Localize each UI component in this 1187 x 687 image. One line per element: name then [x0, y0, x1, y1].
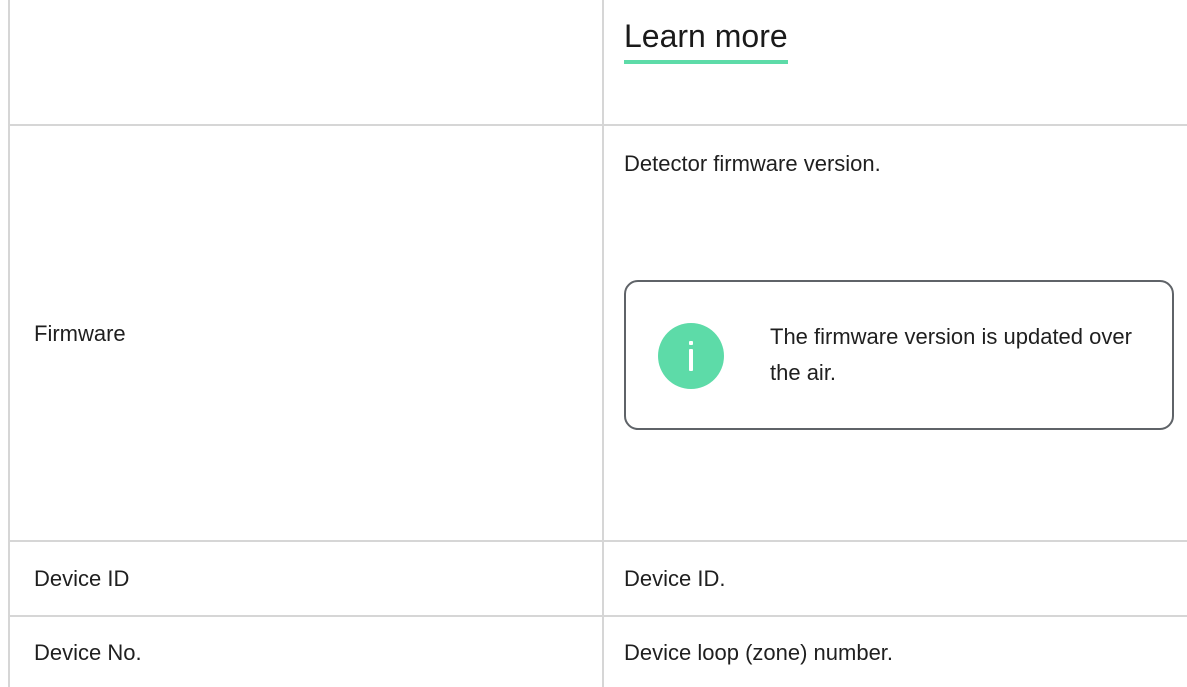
row-description-firmware: Detector firmware version. [624, 151, 881, 176]
info-note: The firmware version is updated over the… [624, 280, 1174, 430]
row-label-device-no: Device No. [34, 640, 142, 665]
row-label-firmware: Firmware [34, 321, 126, 346]
info-note-text: The firmware version is updated over the… [770, 324, 1132, 385]
info-icon [658, 323, 724, 389]
row-divider [8, 615, 1187, 617]
learn-more-link[interactable]: Learn more [624, 14, 788, 64]
table-column-divider [602, 0, 604, 687]
settings-table: Learn more Firmware Detector firmware ve… [0, 0, 1187, 687]
row-description-device-no: Device loop (zone) number. [624, 640, 894, 665]
row-divider [8, 124, 1187, 126]
row-label-device-id: Device ID [34, 566, 130, 591]
table-left-border [8, 0, 10, 687]
row-divider [8, 540, 1187, 542]
row-description-device-id: Device ID. [624, 566, 726, 591]
